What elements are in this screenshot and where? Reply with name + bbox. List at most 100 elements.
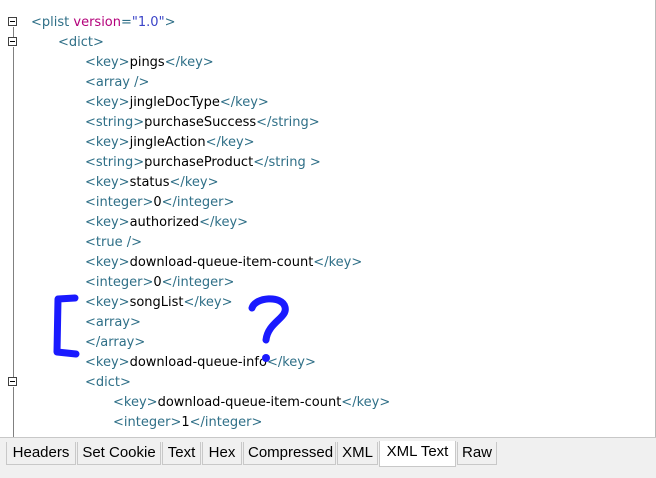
xml-token: integer	[176, 195, 224, 210]
xml-token: <	[85, 275, 96, 290]
xml-token: integer	[176, 275, 224, 290]
xml-token: status	[129, 175, 170, 190]
xml-line: <dict>	[85, 373, 131, 393]
xml-token: >	[118, 95, 130, 110]
xml-token: true	[95, 235, 127, 250]
xml-line: <string>purchaseSuccess</string>	[85, 113, 320, 133]
xml-token: </	[256, 115, 272, 130]
xml-line: <integer>0</integer>	[85, 193, 234, 213]
xml-token: 0	[153, 195, 162, 210]
tab-compressed[interactable]: Compressed	[243, 442, 336, 465]
xml-token: songList	[129, 295, 184, 310]
xml-token: </	[313, 255, 329, 270]
xml-line: <dict>	[58, 33, 104, 53]
xml-token: >	[257, 95, 269, 110]
xml-token: >	[164, 15, 176, 30]
xml-token: download-queue-item-count	[129, 255, 314, 270]
xml-token: jingleAction	[129, 135, 206, 150]
xml-token: string	[271, 115, 309, 130]
xml-token: >	[118, 135, 130, 150]
tab-raw[interactable]: Raw	[457, 442, 497, 465]
xml-token: key	[235, 95, 258, 110]
tab-text[interactable]: Text	[162, 442, 201, 465]
xml-token: download-queue-item-count	[157, 395, 342, 410]
xml-token: pings	[129, 55, 165, 70]
xml-token: >	[243, 135, 255, 150]
xml-token: >	[118, 255, 130, 270]
xml-token: >	[134, 335, 146, 350]
xml-line: <key>songList</key>	[85, 293, 232, 313]
xml-token: purchaseSuccess	[144, 115, 257, 130]
xml-token: key	[328, 255, 352, 270]
xml-token: <	[113, 415, 124, 430]
xml-token: key	[95, 175, 119, 190]
xml-token: >	[207, 175, 219, 190]
xml-token: >	[221, 295, 233, 310]
xml-line: <key>pings</key>	[85, 53, 214, 73]
xml-token: integer	[123, 415, 171, 430]
xml-token: key	[95, 135, 119, 150]
bottom-tab-bar: Headers Set Cookie Text Hex Compressed XML XML…	[0, 437, 656, 478]
xml-line: <array />	[85, 73, 149, 93]
xml-token: <	[85, 95, 96, 110]
xml-line: </array>	[85, 333, 145, 353]
xml-token: >	[251, 415, 263, 430]
xml-token: >	[118, 215, 130, 230]
xml-text-viewer[interactable]: <plist version="1.0"> <dict> <key>pings</k…	[0, 0, 656, 437]
xml-line: <true />	[85, 233, 142, 253]
xml-token: </	[183, 295, 199, 310]
xml-token: >	[304, 355, 316, 370]
xml-token: >	[130, 315, 141, 330]
xml-token: </	[85, 335, 101, 350]
xml-token: >	[202, 55, 214, 70]
xml-token: <	[85, 175, 96, 190]
xml-line: <key>status</key>	[85, 173, 218, 193]
xml-token: </	[253, 155, 269, 170]
xml-token: </	[205, 135, 221, 150]
xml-token: >	[142, 275, 154, 290]
xml-token: 1	[181, 415, 190, 430]
xml-token: authorized	[129, 215, 200, 230]
xml-token: >	[118, 55, 130, 70]
xml-token: </	[341, 395, 357, 410]
xml-token: string	[268, 155, 306, 170]
xml-token: >	[93, 35, 104, 50]
xml-token: jingleDocType	[129, 95, 220, 110]
xml-token: <	[85, 235, 96, 250]
xml-token: >	[379, 395, 391, 410]
tab-set-cookie[interactable]: Set Cookie	[77, 442, 161, 465]
xml-token: key	[214, 215, 238, 230]
xml-line: <plist version="1.0">	[31, 13, 175, 33]
xml-token: >	[308, 115, 320, 130]
xml-token: integer	[95, 195, 143, 210]
tab-hex[interactable]: Hex	[202, 442, 242, 465]
xml-token: <	[113, 395, 124, 410]
xml-token: >	[133, 115, 145, 130]
xml-token: <	[85, 295, 96, 310]
xml-line: <array>	[85, 313, 141, 333]
xml-token: string	[95, 115, 134, 130]
xml-line: <integer>0</integer>	[85, 273, 234, 293]
xml-token: </	[266, 355, 283, 370]
xml-code-area[interactable]: <plist version="1.0"> <dict> <key>pings</k…	[0, 0, 655, 437]
xml-token: >	[351, 255, 363, 270]
xml-token: string	[95, 155, 134, 170]
tab-xml[interactable]: XML	[337, 442, 378, 465]
xml-token: purchaseProduct	[144, 155, 254, 170]
xml-token: >	[223, 195, 235, 210]
tab-xml-text[interactable]: XML Text	[379, 441, 456, 467]
xml-token: </	[189, 415, 205, 430]
xml-token: <	[85, 355, 96, 370]
tab-headers[interactable]: Headers	[6, 442, 76, 465]
xml-token: <	[31, 15, 42, 30]
xml-token: <	[85, 155, 96, 170]
xml-token: </	[169, 175, 185, 190]
xml-line: <key>jingleDocType</key>	[85, 93, 269, 113]
xml-token: <	[85, 135, 96, 150]
xml-line: <integer>1</integer>	[113, 413, 262, 433]
xml-token: key	[180, 55, 203, 70]
xml-line: <key>download-queue-item-count</key>	[113, 393, 390, 413]
xml-token: key	[95, 215, 119, 230]
xml-token: >	[118, 175, 130, 190]
xml-token: plist	[41, 15, 74, 30]
